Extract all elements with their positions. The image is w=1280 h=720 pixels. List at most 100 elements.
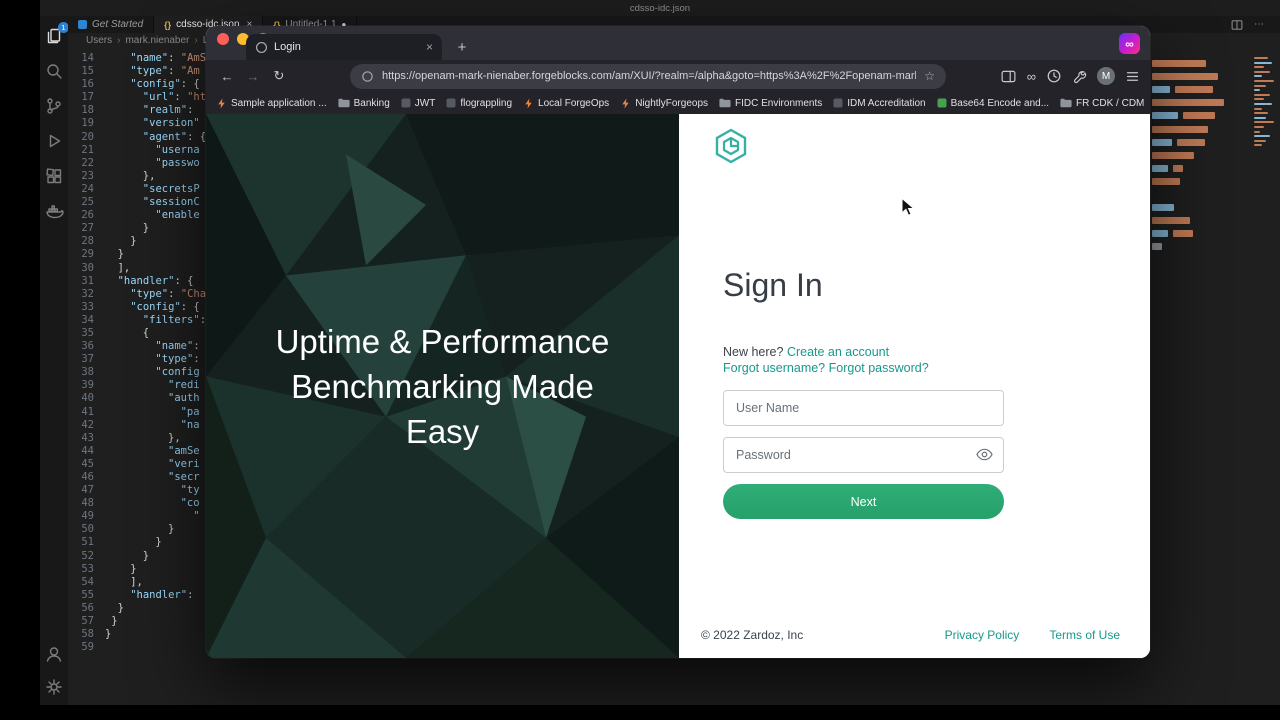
bookmarks-bar: Sample application ... Banking JWT flograpp… [206, 92, 1150, 114]
code-fragment-row [1152, 136, 1252, 149]
forgot-username-link[interactable]: Forgot username? [723, 361, 825, 375]
line-number: 55 [81, 588, 94, 601]
docker-icon[interactable] [44, 201, 64, 221]
minimap-line [1254, 116, 1266, 119]
minimap-line [1254, 135, 1270, 138]
line-number: 19 [81, 117, 94, 130]
bookmark-label: Sample application ... [231, 97, 327, 109]
line-number: 52 [81, 549, 94, 562]
line-number: 56 [81, 601, 94, 614]
sidebar-icon[interactable] [1000, 68, 1017, 85]
code-fragment-row [1152, 149, 1252, 162]
address-bar[interactable]: https://openam-mark-nienaber.forgeblocks… [350, 63, 946, 89]
code-fragment-row [1152, 188, 1252, 201]
bookmark-label: Local ForgeOps [538, 97, 610, 109]
line-number: 33 [81, 300, 94, 313]
next-button[interactable]: Next [723, 484, 1004, 519]
forgot-password-link[interactable]: Forgot password? [829, 361, 929, 375]
close-tab-icon[interactable]: × [426, 40, 433, 54]
minimap[interactable] [1254, 57, 1278, 149]
line-number: 18 [81, 104, 94, 117]
password-input[interactable] [723, 437, 1004, 473]
line-number: 37 [81, 353, 94, 366]
bookmarks-bar-items: Sample application ... Banking JWT flograpp… [216, 98, 1144, 109]
run-debug-icon[interactable] [44, 131, 64, 151]
profile-avatar[interactable]: M [1097, 67, 1115, 85]
breadcrumb-item[interactable]: mark.nienaber [125, 35, 189, 46]
breadcrumb-item[interactable]: Users [86, 35, 112, 46]
terms-of-use-link[interactable]: Terms of Use [1049, 628, 1120, 642]
line-number: 47 [81, 484, 94, 497]
browser-tab-strip: Login × + ∞ [206, 26, 1150, 60]
line-number: 57 [81, 615, 94, 628]
folder-icon [1060, 98, 1072, 108]
extensions-icon[interactable] [44, 166, 64, 186]
new-tab-button[interactable]: + [451, 36, 473, 58]
forward-button[interactable]: → [242, 65, 264, 87]
line-number: 51 [81, 536, 94, 549]
editor-right-fragments [1152, 57, 1252, 253]
folder-icon [719, 98, 731, 108]
minimap-line [1254, 93, 1270, 96]
bookmark-item[interactable]: JWT [401, 98, 435, 109]
more-actions-icon[interactable]: ⋯ [1254, 19, 1264, 30]
account-icon[interactable] [44, 644, 64, 664]
line-number: 24 [81, 182, 94, 195]
create-account-link[interactable]: Create an account [787, 345, 889, 359]
reload-button[interactable]: ↻ [268, 65, 290, 87]
back-button[interactable]: ← [216, 65, 238, 87]
line-number: 53 [81, 562, 94, 575]
bookmark-item[interactable]: flograppling [446, 98, 512, 109]
editor-actions: ⋯ [1230, 16, 1280, 33]
minimap-line [1254, 121, 1274, 124]
explorer-icon[interactable]: 1 [44, 22, 69, 46]
minimap-line [1254, 130, 1260, 133]
split-editor-icon[interactable] [1230, 18, 1244, 32]
line-number: 14 [81, 52, 94, 64]
search-icon[interactable] [44, 61, 64, 81]
minimap-line [1254, 75, 1262, 78]
minimap-line [1254, 84, 1266, 87]
bookmark-item[interactable]: FIDC Environments [719, 98, 822, 109]
code-fragment-row [1152, 70, 1252, 83]
bolt-icon [523, 97, 534, 109]
show-password-eye-icon[interactable] [976, 448, 993, 461]
code-fragment-row [1152, 162, 1252, 175]
minimap-line [1254, 144, 1262, 147]
line-number: 35 [81, 326, 94, 339]
bookmark-item[interactable]: Base64 Encode and... [937, 98, 1049, 109]
bookmark-item[interactable]: Sample application ... [216, 98, 327, 109]
url-text[interactable]: https://openam-mark-nienaber.forgeblocks… [382, 70, 916, 82]
bookmark-item[interactable]: Banking [338, 98, 390, 109]
bookmark-item[interactable]: IDM Accreditation [833, 98, 926, 109]
line-number: 30 [81, 261, 94, 274]
minimap-line [1254, 125, 1264, 128]
privacy-policy-link[interactable]: Privacy Policy [945, 628, 1020, 642]
account-links: New here? Create an account Forgot usern… [723, 344, 929, 376]
browser-profile-badge[interactable]: ∞ [1119, 33, 1140, 54]
menu-icon[interactable] [1125, 69, 1140, 84]
settings-gear-icon[interactable] [44, 677, 64, 697]
username-input[interactable] [723, 390, 1004, 426]
bookmark-item[interactable]: Local ForgeOps [523, 98, 609, 109]
new-here-text: New here? [723, 345, 784, 359]
close-window-button[interactable] [217, 33, 229, 45]
hero-panel: Uptime & Performance Benchmarking Made E… [206, 114, 679, 658]
bookmark-star-icon[interactable]: ☆ [924, 69, 935, 83]
minimap-line [1254, 107, 1262, 110]
line-number: 21 [81, 143, 94, 156]
tab-get-started[interactable]: Get Started [68, 16, 155, 33]
tools-wrench-icon[interactable] [1072, 69, 1087, 84]
source-control-icon[interactable] [44, 96, 64, 116]
bookmark-item[interactable]: NightlyForgeops [620, 98, 708, 109]
signin-heading: Sign In [723, 267, 823, 303]
bookmark-label: flograppling [460, 97, 513, 109]
history-clock-icon[interactable] [1046, 68, 1062, 84]
line-number: 42 [81, 418, 94, 431]
site-info-icon[interactable] [361, 70, 374, 83]
line-number: 54 [81, 575, 94, 588]
rewards-infinity-icon[interactable]: ∞ [1027, 69, 1036, 84]
get-started-icon [78, 20, 87, 29]
bookmark-item[interactable]: FR CDK / CDM [1060, 98, 1144, 109]
browser-tab-login[interactable]: Login × [246, 34, 442, 60]
